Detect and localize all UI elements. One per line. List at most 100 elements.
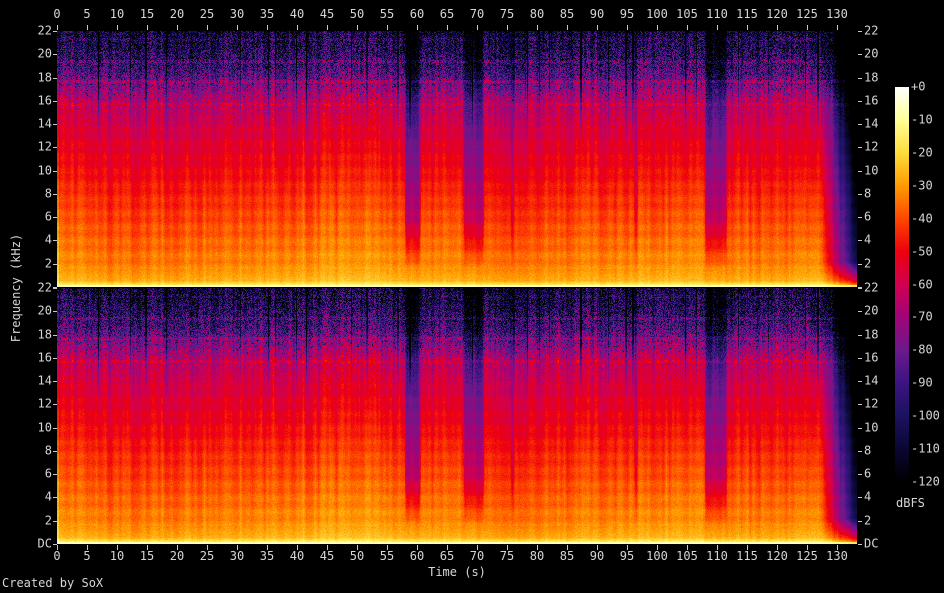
- frequency-tick: [53, 521, 57, 522]
- colorbar-unit-label: dBFS: [896, 496, 925, 510]
- time-tick: [687, 25, 688, 30]
- time-tick-label: 110: [706, 549, 728, 563]
- frequency-tick-label: 12: [864, 396, 879, 411]
- frequency-tick: [53, 194, 57, 195]
- frequency-tick: [53, 217, 57, 218]
- time-tick: [327, 25, 328, 30]
- colorbar-tick-label: -80: [911, 342, 933, 357]
- frequency-tick-label: 8: [864, 186, 872, 201]
- time-tick-label: 50: [349, 7, 365, 21]
- colorbar-tick-label: -50: [911, 244, 933, 259]
- time-tick: [567, 25, 568, 30]
- time-axis-title: Time (s): [428, 565, 486, 579]
- colorbar-tick-label: -70: [911, 309, 933, 324]
- time-tick: [57, 25, 58, 30]
- frequency-tick: [53, 31, 57, 32]
- frequency-tick: [858, 521, 862, 522]
- colorbar-tick-label: -30: [911, 178, 933, 193]
- spectrogram-channel-2: [57, 288, 857, 544]
- time-tick-label: 5: [83, 7, 91, 21]
- time-tick-label: 20: [169, 7, 185, 21]
- frequency-tick-label: 14: [864, 116, 879, 131]
- time-tick-label: 75: [499, 7, 515, 21]
- frequency-tick-label: 6: [864, 466, 872, 481]
- time-tick-label: 100: [646, 7, 668, 21]
- frequency-tick: [858, 428, 862, 429]
- time-tick-label: 0: [53, 549, 61, 563]
- frequency-tick: [53, 78, 57, 79]
- time-tick-label: 30: [229, 7, 245, 21]
- sox-watermark: Created by SoX: [2, 576, 104, 590]
- frequency-tick: [858, 101, 862, 102]
- frequency-tick-label: 10: [37, 163, 52, 178]
- time-tick-label: 130: [826, 549, 848, 563]
- time-tick-label: 110: [706, 7, 728, 21]
- time-tick-label: 40: [289, 7, 305, 21]
- time-tick-label: 115: [736, 7, 758, 21]
- time-tick-label: 60: [409, 549, 425, 563]
- time-tick-label: 0: [53, 7, 61, 21]
- colorbar-tick-label: -60: [911, 277, 933, 292]
- frequency-tick-label: 8: [864, 443, 872, 458]
- time-tick-label: 70: [469, 7, 485, 21]
- time-tick-label: 85: [559, 7, 575, 21]
- colorbar-tick-label: -40: [911, 211, 933, 226]
- time-tick-label: 105: [676, 7, 698, 21]
- frequency-tick: [858, 358, 862, 359]
- frequency-tick-label: 16: [37, 350, 52, 365]
- frequency-tick-label: 20: [864, 303, 879, 318]
- frequency-tick: [53, 147, 57, 148]
- frequency-tick-label: 22: [864, 23, 879, 38]
- colorbar-tick-label: -10: [911, 112, 933, 127]
- frequency-tick-label: 16: [37, 93, 52, 108]
- time-tick: [747, 25, 748, 30]
- frequency-tick-label: 2: [44, 256, 52, 271]
- frequency-tick-label: 10: [864, 420, 879, 435]
- time-tick: [267, 25, 268, 30]
- frequency-tick-label: 2: [864, 256, 872, 271]
- time-tick: [387, 25, 388, 30]
- colorbar-tick-label: -100: [911, 408, 940, 423]
- time-tick-label: 80: [529, 549, 545, 563]
- time-tick: [297, 25, 298, 30]
- sox-spectrogram-window: 0 0 5 5 10 10 15 15 20 20 25 25 30 30 35 35 40 40 45 45 50 50…: [0, 0, 944, 593]
- frequency-tick: [858, 404, 862, 405]
- colorbar-tick-label: -20: [911, 145, 933, 160]
- time-tick-label: 25: [199, 7, 215, 21]
- time-tick: [117, 25, 118, 30]
- frequency-tick: [858, 544, 862, 545]
- time-tick-label: 15: [139, 7, 155, 21]
- frequency-tick-label: 14: [37, 373, 52, 388]
- time-tick: [177, 25, 178, 30]
- frequency-tick-label: 6: [864, 209, 872, 224]
- time-tick-label: 60: [409, 7, 425, 21]
- frequency-tick: [858, 381, 862, 382]
- time-tick-label: 125: [796, 7, 818, 21]
- colorbar-tick-label: -120: [911, 474, 940, 489]
- frequency-tick: [53, 474, 57, 475]
- time-tick-label: 120: [766, 7, 788, 21]
- frequency-tick-label: 4: [44, 489, 52, 504]
- frequency-tick: [53, 358, 57, 359]
- time-tick-label: 30: [229, 549, 245, 563]
- time-tick-label: 125: [796, 549, 818, 563]
- time-tick-label: 45: [319, 549, 335, 563]
- frequency-tick: [858, 288, 862, 289]
- frequency-tick-label: 22: [864, 280, 879, 295]
- time-tick-label: 35: [259, 549, 275, 563]
- frequency-axis-title: Frequency (kHz): [9, 233, 23, 343]
- frequency-tick: [858, 171, 862, 172]
- time-tick-label: 65: [439, 7, 455, 21]
- time-tick-label: 5: [83, 549, 91, 563]
- time-tick: [627, 25, 628, 30]
- time-tick: [777, 25, 778, 30]
- frequency-tick: [53, 288, 57, 289]
- frequency-tick: [858, 124, 862, 125]
- time-tick: [237, 25, 238, 30]
- time-tick-label: 90: [589, 7, 605, 21]
- frequency-tick-label: 2: [864, 513, 872, 528]
- frequency-tick: [53, 497, 57, 498]
- frequency-tick-label: 8: [44, 443, 52, 458]
- frequency-tick-label: 12: [37, 139, 52, 154]
- colorbar-tick-label: +0: [911, 79, 926, 94]
